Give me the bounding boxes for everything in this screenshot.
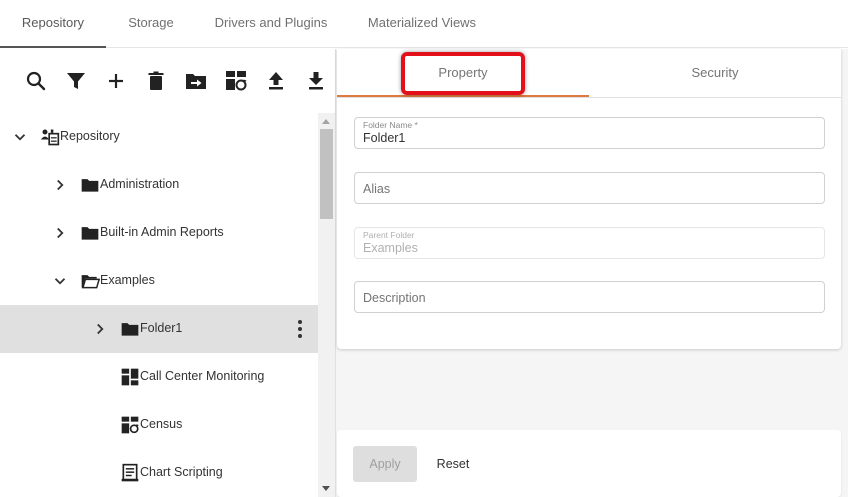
tab-materialized-views[interactable]: Materialized Views [346,0,498,48]
tree-item-repository[interactable]: Repository [0,113,318,161]
folder-name-field[interactable]: Folder Name * Folder1 [354,117,825,149]
tab-security[interactable]: Security [589,49,841,97]
active-tab-underline [0,46,106,48]
description-field[interactable]: Description [354,281,825,313]
folder-open-icon [80,271,100,291]
scroll-up-icon[interactable] [322,119,330,124]
repository-toolbar [0,49,335,113]
field-placeholder: Description [363,291,426,305]
tree-item-folder1[interactable]: Folder1 [0,305,318,353]
reset-button[interactable]: Reset [425,446,481,482]
tab-label: Storage [128,15,174,30]
apply-button[interactable]: Apply [353,446,417,482]
tab-repository[interactable]: Repository [0,0,106,48]
dashboard-refresh-icon [120,415,140,435]
tree-item-label: Census [140,417,183,431]
tab-label: Property [438,65,488,80]
tab-storage[interactable]: Storage [106,0,196,48]
chevron-right-icon[interactable] [51,224,69,242]
chevron-down-icon[interactable] [51,272,69,290]
folder-icon [80,175,100,195]
tab-divider [337,97,841,98]
field-label: Folder Name * [363,120,418,130]
download-icon[interactable] [304,69,328,93]
tree-item-label: Repository [60,129,120,143]
add-icon[interactable] [104,69,128,93]
tree-item-examples[interactable]: Examples [0,257,318,305]
tree-scrollbar[interactable] [318,113,335,497]
tree-item-label: Administration [100,177,180,191]
filter-icon[interactable] [64,69,88,93]
folder-icon [120,319,140,339]
more-options-icon[interactable] [294,318,306,340]
tree-item-label: Built-in Admin Reports [100,225,224,239]
upload-icon[interactable] [264,69,288,93]
refresh-dashboard-icon[interactable] [224,69,248,93]
folder-properties-panel: Property Security Folder Name * Folder1 … [335,49,848,497]
search-icon[interactable] [24,69,48,93]
tab-label: Security [691,65,739,80]
tree-item-label: Call Center Monitoring [140,369,265,383]
field-value: Examples [363,241,418,255]
tree-item-call-center-monitoring[interactable]: Call Center Monitoring [0,353,318,401]
tab-label: Materialized Views [367,15,477,30]
tree-item-chart-scripting[interactable]: Chart Scripting [0,449,318,497]
dashboard-icon [120,367,140,387]
field-placeholder: Alias [363,182,391,196]
repository-tree: Repository Administration Built-in Admin… [0,113,318,497]
tree-item-administration[interactable]: Administration [0,161,318,209]
tree-item-label: Examples [100,273,155,287]
tab-label: Repository [21,15,85,30]
tree-item-label: Chart Scripting [140,465,223,479]
top-tab-bar: Repository Storage Drivers and Plugins M… [0,0,848,48]
tab-property[interactable]: Property [337,49,589,97]
chevron-right-icon[interactable] [91,320,109,338]
property-card: Property Security Folder Name * Folder1 … [337,49,841,349]
field-label: Parent Folder [363,230,415,240]
scroll-thumb[interactable] [320,129,333,219]
scroll-down-icon[interactable] [322,486,330,491]
tab-drivers-and-plugins[interactable]: Drivers and Plugins [196,0,346,48]
tree-item-label: Folder1 [140,321,183,335]
tab-label: Drivers and Plugins [214,15,328,30]
repository-icon [40,127,60,147]
tree-item-built-in-admin-reports[interactable]: Built-in Admin Reports [0,209,318,257]
tree-item-census[interactable]: Census [0,401,318,449]
action-bar: Apply Reset [337,430,841,497]
chevron-down-icon[interactable] [11,128,29,146]
parent-folder-field: Parent Folder Examples [354,227,825,259]
alias-field[interactable]: Alias [354,172,825,204]
field-value: Folder1 [363,131,406,145]
move-folder-icon[interactable] [184,69,208,93]
chevron-right-icon[interactable] [51,176,69,194]
script-icon [120,463,140,483]
delete-icon[interactable] [144,69,168,93]
folder-icon [80,223,100,243]
